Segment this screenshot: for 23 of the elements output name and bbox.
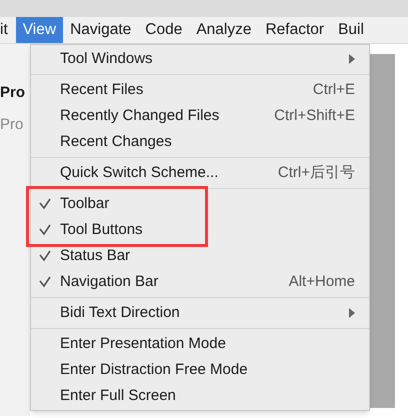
panel-title: Pro [0, 84, 26, 102]
menu-item[interactable]: Navigate [63, 17, 138, 43]
submenu-arrow-icon [349, 54, 355, 64]
menu-entry[interactable]: Navigation Bar Alt+Home [31, 269, 369, 295]
menu-item[interactable]: View [16, 17, 64, 43]
submenu-arrow-icon [349, 308, 355, 318]
menu-entry[interactable]: Toolbar [31, 191, 369, 217]
menu-item[interactable]: Refactor [258, 17, 332, 43]
menu-item[interactable]: it [0, 17, 16, 43]
menu-entry[interactable]: Enter Full Screen [31, 383, 369, 409]
menu-entry[interactable]: Tool Buttons [31, 217, 369, 243]
menu-entry[interactable]: Status Bar [31, 243, 369, 269]
menu-entry[interactable]: Quick Switch Scheme... Ctrl+后引号 [31, 160, 369, 186]
menu-entry[interactable]: Recent Files Ctrl+E [31, 77, 369, 103]
menu-entry[interactable]: Recently Changed Files Ctrl+Shift+E [31, 103, 369, 129]
menu-entry[interactable]: Recent Changes [31, 129, 369, 155]
menu-entry[interactable]: Bidi Text Direction [31, 300, 369, 326]
menu-entry[interactable]: Tool Windows [31, 46, 369, 72]
menu-entry[interactable]: Enter Distraction Free Mode [31, 357, 369, 383]
menu-item[interactable]: Buil [331, 17, 371, 43]
menu-entry[interactable]: Enter Presentation Mode [31, 331, 369, 357]
menu-item[interactable]: Code [138, 17, 190, 43]
menu-item[interactable]: Analyze [189, 17, 258, 43]
